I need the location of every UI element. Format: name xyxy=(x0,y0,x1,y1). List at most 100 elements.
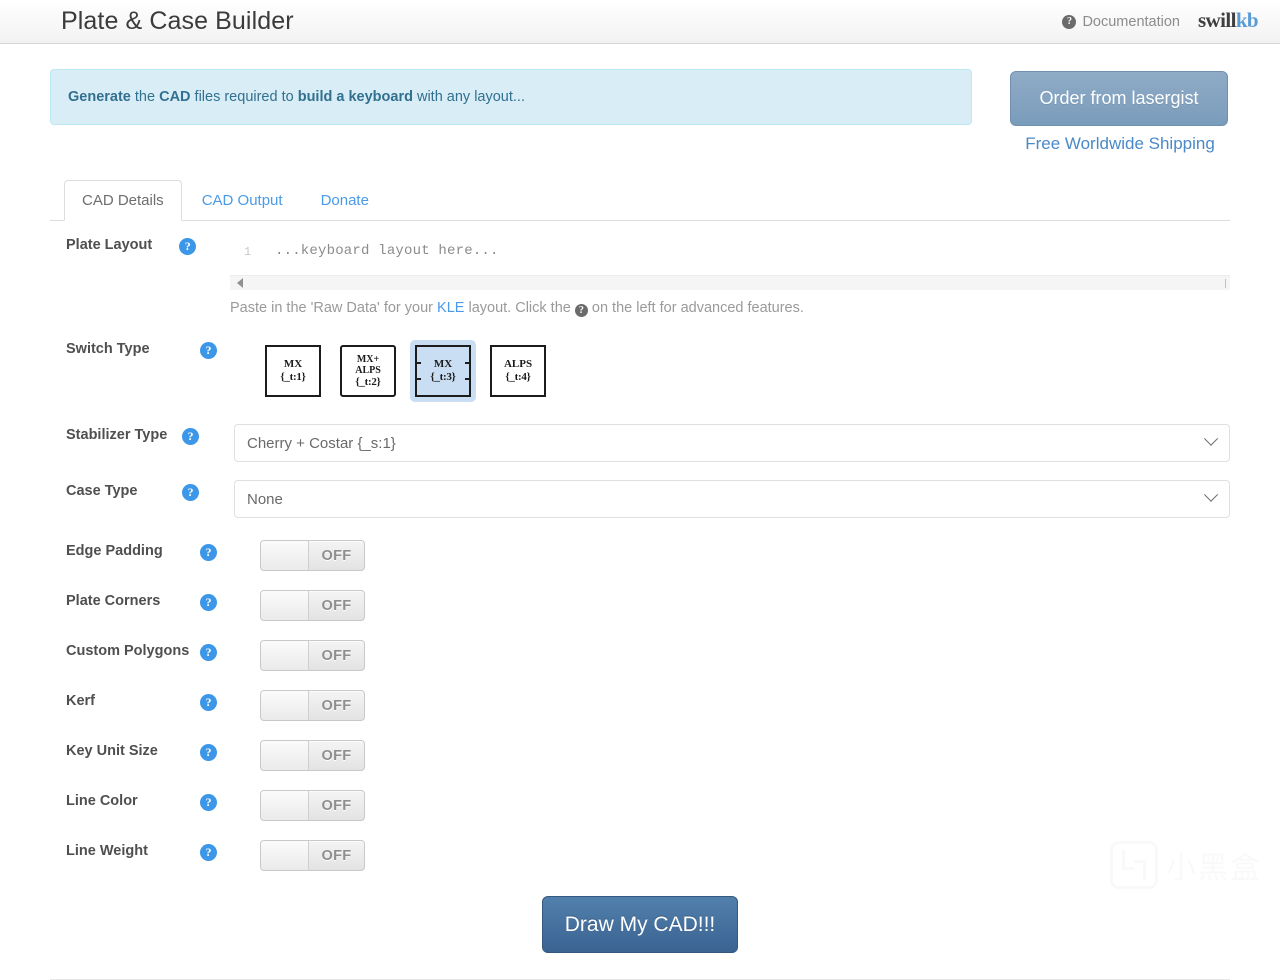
stabilizer-type-value: Cherry + Costar {_s:1} xyxy=(247,434,396,452)
cad-details-form: Plate Layout ? 1 ...keyboard layout here… xyxy=(50,221,1230,953)
plate-layout-help-text: Paste in the 'Raw Data' for your KLE lay… xyxy=(230,300,1230,317)
switch-option-name-4: ALPS xyxy=(503,358,533,370)
field-key-unit-size: OFF xyxy=(260,740,1230,771)
help-icon-kerf[interactable]: ? xyxy=(200,694,217,711)
switch-option-mx-t1[interactable]: MX {_t:1} xyxy=(260,340,326,402)
alert-text-3: with any layout... xyxy=(412,89,525,105)
swillkb-logo[interactable]: swillkb xyxy=(1197,8,1259,32)
help-col-custom-polygons: ? xyxy=(200,640,260,661)
submit-row: Draw My CAD!!! xyxy=(50,874,1230,953)
switch-option-code-3: {_t:3} xyxy=(430,371,456,383)
main-container: Generate the CAD files required to build… xyxy=(50,44,1230,980)
switch-type-options: MX {_t:1} MX+ ALPS {_t:2} MX {_t:3} ALPS… xyxy=(260,338,1230,402)
alert-bold-generate: Generate xyxy=(68,89,131,105)
form-row-plate-layout: Plate Layout ? 1 ...keyboard layout here… xyxy=(50,234,1230,317)
toggle-state-edge-padding: OFF xyxy=(321,547,352,564)
label-key-unit-size: Key Unit Size xyxy=(66,743,158,759)
help-text-post: on the left for advanced features. xyxy=(587,300,804,316)
toggle-handle xyxy=(261,591,309,620)
stabilizer-type-select[interactable]: Cherry + Costar {_s:1} xyxy=(234,424,1230,462)
label-kerf: Kerf xyxy=(66,693,96,709)
tab-donate[interactable]: Donate xyxy=(303,180,387,220)
help-icon-plate-layout[interactable]: ? xyxy=(179,238,197,255)
toggle-kerf[interactable]: OFF xyxy=(260,690,365,721)
help-col-stabilizer-type: ? xyxy=(182,424,234,445)
toggle-state-kerf: OFF xyxy=(321,697,352,714)
documentation-link[interactable]: ? Documentation xyxy=(1062,14,1180,30)
help-icon-line-color[interactable]: ? xyxy=(200,794,217,811)
free-worldwide-shipping-link[interactable]: Free Worldwide Shipping xyxy=(1010,134,1230,154)
label-case-type: Case Type xyxy=(66,483,138,499)
label-line-color: Line Color xyxy=(66,793,138,809)
toggle-state-plate-corners: OFF xyxy=(321,597,352,614)
plate-layout-editor[interactable]: 1 ...keyboard layout here... xyxy=(230,234,1230,290)
help-col-key-unit-size: ? xyxy=(200,740,260,761)
navbar-right-group: ? Documentation swillkb xyxy=(1062,8,1280,32)
question-mark-icon: ? xyxy=(1062,14,1077,29)
alert-bold-cad: CAD xyxy=(159,89,191,105)
toggle-handle xyxy=(261,741,309,770)
toggle-custom-polygons[interactable]: OFF xyxy=(260,640,365,671)
alert-text-2: files required to xyxy=(190,89,298,105)
scroll-left-arrow-icon[interactable] xyxy=(237,278,243,288)
order-from-lasergist-button[interactable]: Order from lasergist xyxy=(1010,71,1228,126)
help-text-mid: layout. Click the xyxy=(464,300,575,316)
toggle-state-key-unit-size: OFF xyxy=(321,747,352,764)
form-row-key-unit-size: Key Unit Size ? OFF xyxy=(50,740,1230,774)
form-row-switch-type: Switch Type ? MX {_t:1} MX+ ALPS {_t:2} … xyxy=(50,338,1230,402)
plate-layout-input[interactable]: ...keyboard layout here... xyxy=(275,243,499,259)
toggle-plate-corners[interactable]: OFF xyxy=(260,590,365,621)
tab-cad-details[interactable]: CAD Details xyxy=(64,180,182,221)
help-icon-key-unit-size[interactable]: ? xyxy=(200,744,217,761)
page-title: Plate & Case Builder xyxy=(61,7,294,35)
switch-option-name-3: MX xyxy=(433,358,453,370)
form-row-stabilizer-type: Stabilizer Type ? Cherry + Costar {_s:1} xyxy=(50,424,1230,462)
field-stabilizer-type: Cherry + Costar {_s:1} xyxy=(234,424,1230,462)
label-plate-layout: Plate Layout xyxy=(66,237,153,253)
switch-option-alps-t4[interactable]: ALPS {_t:4} xyxy=(485,340,551,402)
scroll-right-end-marker xyxy=(1225,278,1226,288)
editor-horizontal-scrollbar[interactable] xyxy=(230,275,1230,290)
toggle-line-color[interactable]: OFF xyxy=(260,790,365,821)
toggle-state-custom-polygons: OFF xyxy=(321,647,352,664)
help-icon-case-type[interactable]: ? xyxy=(182,484,200,501)
help-col-kerf: ? xyxy=(200,690,260,711)
switch-option-mx-t3[interactable]: MX {_t:3} xyxy=(410,340,476,402)
tab-bar: CAD Details CAD Output Donate xyxy=(50,180,1230,221)
toggle-handle xyxy=(261,841,309,870)
help-icon-line-weight[interactable]: ? xyxy=(200,844,217,861)
tab-cad-output[interactable]: CAD Output xyxy=(184,180,301,220)
help-icon-plate-corners[interactable]: ? xyxy=(200,594,217,611)
form-row-edge-padding: Edge Padding ? OFF xyxy=(50,540,1230,574)
form-row-kerf: Kerf ? OFF xyxy=(50,690,1230,724)
switch-option-code-1: {_t:1} xyxy=(280,371,306,383)
form-row-custom-polygons: Custom Polygons ? OFF xyxy=(50,640,1230,674)
form-row-case-type: Case Type ? None xyxy=(50,480,1230,518)
help-col-plate-corners: ? xyxy=(200,590,260,611)
toggle-edge-padding[interactable]: OFF xyxy=(260,540,365,571)
toggle-handle xyxy=(261,641,309,670)
logo-kb-text: kb xyxy=(1235,8,1259,32)
draw-my-cad-button[interactable]: Draw My CAD!!! xyxy=(541,896,739,953)
toggle-key-unit-size[interactable]: OFF xyxy=(260,740,365,771)
kle-link[interactable]: KLE xyxy=(437,300,464,316)
toggle-line-weight[interactable]: OFF xyxy=(260,840,365,871)
help-icon-switch-type[interactable]: ? xyxy=(200,342,217,359)
intro-row: Generate the CAD files required to build… xyxy=(50,44,1230,154)
form-row-line-color: Line Color ? OFF xyxy=(50,790,1230,824)
chevron-down-icon xyxy=(1203,431,1219,446)
case-type-select[interactable]: None xyxy=(234,480,1230,518)
help-icon-stabilizer-type[interactable]: ? xyxy=(182,428,200,445)
switch-option-mx-alps-t2[interactable]: MX+ ALPS {_t:2} xyxy=(335,340,401,402)
intro-alert: Generate the CAD files required to build… xyxy=(50,69,972,125)
logo-swill-text: swill xyxy=(1197,8,1236,32)
field-plate-corners: OFF xyxy=(260,590,1230,621)
field-custom-polygons: OFF xyxy=(260,640,1230,671)
help-col-plate-layout: ? xyxy=(179,234,230,255)
label-line-weight: Line Weight xyxy=(66,843,148,859)
toggle-state-line-color: OFF xyxy=(321,797,352,814)
label-plate-corners: Plate Corners xyxy=(66,593,161,609)
help-icon-custom-polygons[interactable]: ? xyxy=(200,644,217,661)
toggle-handle xyxy=(261,791,309,820)
help-icon-edge-padding[interactable]: ? xyxy=(200,544,217,561)
